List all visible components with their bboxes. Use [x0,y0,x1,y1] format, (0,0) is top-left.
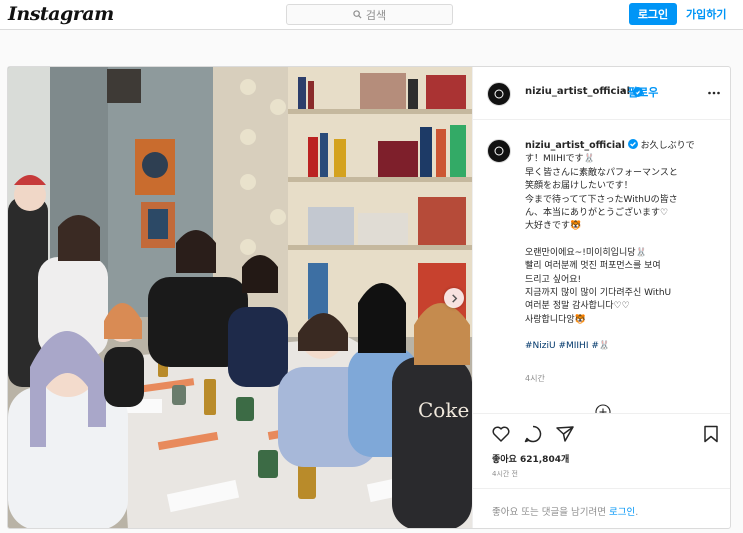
next-photo-button[interactable] [444,288,464,308]
login-prompt-link[interactable]: 로그인 [609,507,635,518]
heart-icon[interactable] [491,424,511,444]
caption-line: 지금까지 많이 많이 기다려주신 WithU [525,288,672,299]
avatar[interactable] [487,82,511,106]
header-separator: • [621,86,627,97]
caption-avatar[interactable] [487,139,511,163]
follow-button[interactable]: 팔로우 [628,84,658,100]
caption-line: 여러분 정말 감사합니다♡♡ [525,301,630,312]
caption-line: 오랜만이에요~!미이히입니당🐰 [525,247,647,258]
caption-line: 早く皆さんに素敵なパフォーマンスと [525,167,678,178]
caption-line: す！MIIHIです🐰 [525,154,595,165]
caption-timestamp: 4시간 [525,374,545,383]
profile-logo-icon [494,89,504,99]
post-side-panel: niziu_artist_official • 팔로우 niziu_artist… [472,67,730,528]
caption-first-line: niziu_artist_official お久しぶりで [525,139,725,153]
login-prompt-text: 좋아요 또는 댓글을 남기려면 로그인. [492,504,638,518]
caption-line: 빨리 여러분께 멋진 퍼포먼스를 보여 [525,261,661,272]
group-photo-illustration: Coke [8,67,472,528]
caption-section: niziu_artist_official お久しぶりで す！MIIHIです🐰 … [473,121,730,413]
login-prompt-prefix: 좋아요 또는 댓글을 남기려면 [492,507,609,518]
comment-icon[interactable] [523,424,543,444]
caption-line: ん、本当にありがとうございます♡ [525,208,669,219]
caption-line: 大好きです🐯 [525,221,582,232]
hashtags-link[interactable]: #NiziU #MIIHI #🐰 [525,340,725,353]
caption-line: お久しぶりで [640,141,695,151]
search-placeholder: 검색 [365,8,387,22]
post-photo[interactable]: Coke [8,67,472,528]
svg-text:Coke: Coke [418,398,469,422]
post-timestamp[interactable]: 4시간 전 [492,469,518,479]
login-prompt: 좋아요 또는 댓글을 남기려면 로그인. [473,488,730,528]
caption-username[interactable]: niziu_artist_official [525,140,625,151]
share-icon[interactable] [555,424,575,444]
login-button[interactable]: 로그인 [629,3,677,25]
caption-line: 今まで待ってて下さったWithUの皆さ [525,194,678,205]
caption-line: 드리고 싶어요! [525,274,582,285]
instagram-logo[interactable]: Instagram [8,3,114,25]
post-actions: 좋아요 621,804개 4시간 전 좋아요 또는 댓글을 남기려면 로그인. [473,413,730,528]
username-text: niziu_artist_official [525,86,631,97]
post-header: niziu_artist_official • 팔로우 [473,67,730,120]
load-more-comments-icon[interactable] [595,404,611,413]
verified-badge-icon [627,139,638,149]
search-icon [353,10,362,19]
caption-line: 사랑합니다앙🐯 [525,314,586,325]
top-nav-bar: Instagram 검색 로그인 가입하기 [0,0,743,30]
caption-line: 笑顔をお届けしたいです！ [525,181,633,192]
post-card: Coke niziu_artist_official • 팔로우 niziu_a… [7,66,731,529]
search-input[interactable]: 검색 [286,4,453,25]
profile-logo-icon [494,146,504,156]
signup-link[interactable]: 가입하기 [686,6,726,22]
more-options-icon[interactable] [707,86,721,100]
likes-count[interactable]: 좋아요 621,804개 [492,452,569,465]
chevron-right-icon [451,293,457,303]
login-prompt-suffix: . [635,507,639,518]
post-caption: niziu_artist_official お久しぶりで す！MIIHIです🐰 … [525,139,725,354]
bookmark-icon[interactable] [701,424,721,444]
